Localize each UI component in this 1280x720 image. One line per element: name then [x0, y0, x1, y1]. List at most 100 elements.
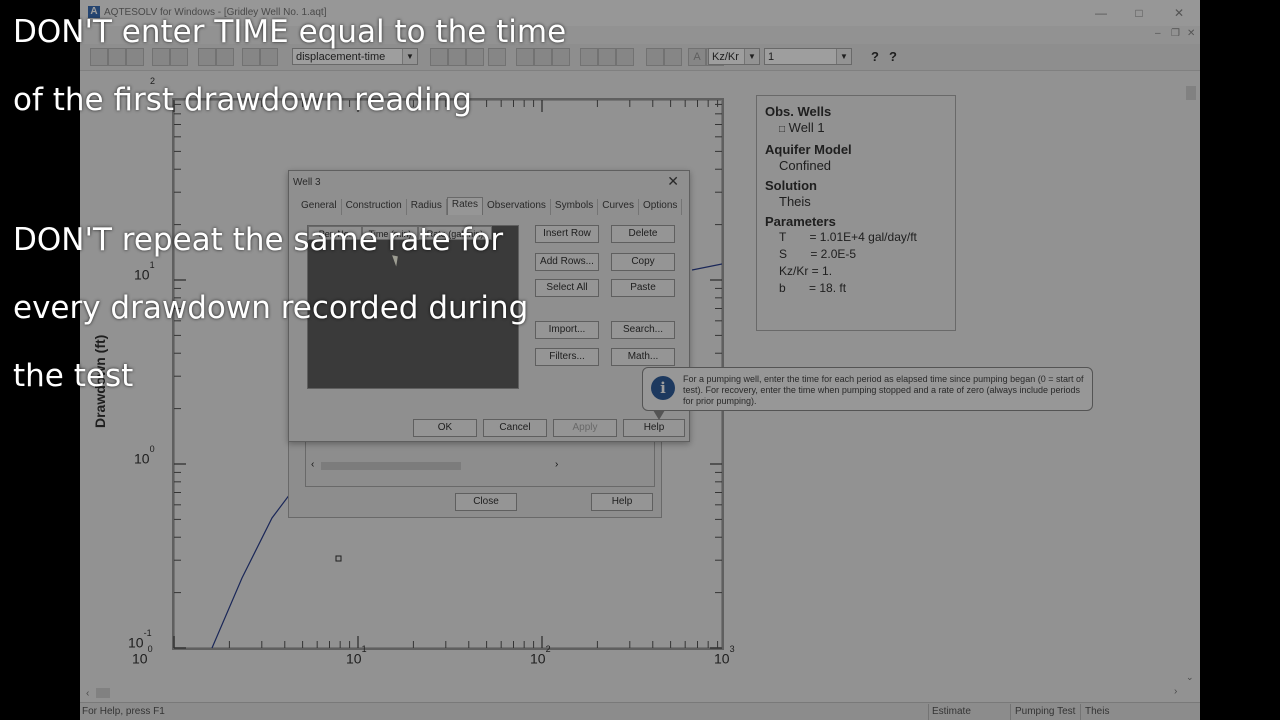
pointer-icon[interactable]	[646, 48, 664, 66]
scroll-left-icon[interactable]: ‹	[311, 459, 314, 470]
parameter-S: S = 2.0E-5	[779, 247, 857, 261]
dialog-title: Well 3	[293, 177, 321, 188]
new-file-icon[interactable]	[90, 48, 108, 66]
legend-icon[interactable]	[552, 48, 570, 66]
x-tick-label-1: 101	[346, 644, 367, 667]
tab-rates[interactable]: Rates	[446, 197, 483, 215]
linear-plot-icon[interactable]	[466, 48, 484, 66]
y-tick-label-0: 10-1	[128, 628, 152, 651]
help-button[interactable]: Help	[623, 419, 685, 437]
print-icon[interactable]	[152, 48, 170, 66]
apply-button[interactable]: Apply	[553, 419, 617, 437]
tooltip-tail	[653, 410, 665, 420]
log-log-icon[interactable]	[430, 48, 448, 66]
parameter-value: 1	[768, 51, 775, 63]
solution-header: Solution	[765, 178, 817, 193]
observation-point	[335, 555, 342, 562]
select-all-button[interactable]: Select All	[535, 279, 599, 297]
parameter-KzKr: Kz/Kr = 1.	[779, 264, 833, 278]
close-button[interactable]: ✕	[1162, 4, 1196, 22]
caption-line-4: every drawdown recorded during	[13, 290, 529, 326]
scroll-right-icon[interactable]: ›	[1174, 686, 1177, 697]
tab-observations[interactable]: Observations	[483, 199, 551, 215]
mdi-close-button[interactable]: ✕	[1187, 28, 1195, 39]
legend-item-well-1: □ Well 1	[779, 120, 825, 135]
derivative-icon[interactable]	[488, 48, 506, 66]
curve-segment-right	[692, 263, 722, 271]
filters-button[interactable]: Filters...	[535, 348, 599, 366]
data-table-icon[interactable]	[242, 48, 260, 66]
minimize-button[interactable]: —	[1084, 4, 1118, 22]
status-solution: Theis	[1085, 706, 1110, 717]
text-tool-button[interactable]: A	[688, 48, 706, 66]
parent-help-button[interactable]: Help	[591, 493, 653, 511]
square-marker-icon: □	[779, 124, 786, 135]
search-button[interactable]: Search...	[611, 321, 675, 339]
grid-icon[interactable]	[534, 48, 552, 66]
status-bar: For Help, press F1 Estimate Pumping Test…	[80, 702, 1200, 720]
maximize-button[interactable]: □	[1122, 4, 1156, 22]
info-icon: i	[651, 376, 675, 400]
horizontal-scroll-thumb[interactable]	[96, 688, 110, 698]
obs-wells-header: Obs. Wells	[765, 104, 832, 119]
chevron-down-icon: ▼	[836, 49, 851, 64]
tab-curves[interactable]: Curves	[598, 199, 639, 215]
well-data-icon[interactable]	[260, 48, 278, 66]
delete-button[interactable]: Delete	[611, 225, 675, 243]
parameters-header: Parameters	[765, 214, 836, 229]
math-button[interactable]: Math...	[611, 348, 675, 366]
scroll-thumb[interactable]	[321, 462, 461, 470]
caption-line-2: of the first drawdown reading	[13, 82, 472, 118]
parameter-b: b = 18. ft	[779, 281, 847, 295]
add-rows-button[interactable]: Add Rows...	[535, 253, 599, 271]
parameter-select-value: Kz/Kr	[712, 51, 739, 63]
y-tick-label-2: 101	[134, 260, 155, 283]
vertical-scroll-thumb[interactable]	[1186, 86, 1196, 100]
tab-symbols[interactable]: Symbols	[551, 199, 599, 215]
help-icon[interactable]: ?	[868, 48, 882, 65]
open-folder-icon[interactable]	[108, 48, 126, 66]
import-button[interactable]: Import...	[535, 321, 599, 339]
tab-general[interactable]: General	[297, 199, 342, 215]
insert-row-button[interactable]: Insert Row	[535, 225, 599, 243]
type-curve-icon[interactable]	[516, 48, 534, 66]
context-help-icon[interactable]: ?	[886, 48, 900, 65]
visual-match-icon[interactable]	[580, 48, 598, 66]
automatic-match-icon[interactable]	[616, 48, 634, 66]
solution-value: Theis	[779, 194, 811, 209]
aquifer-model-header: Aquifer Model	[765, 142, 852, 157]
select-icon[interactable]	[664, 48, 682, 66]
y-tick-label-1: 100	[134, 444, 155, 467]
horizontal-scrollbar[interactable]: ‹ ›	[307, 459, 558, 473]
status-mode: Estimate	[932, 706, 971, 717]
tab-radius[interactable]: Radius	[407, 199, 447, 215]
close-dialog-button[interactable]: Close	[455, 493, 517, 511]
undo-icon[interactable]	[198, 48, 216, 66]
save-icon[interactable]	[126, 48, 144, 66]
x-tick-label-2: 102	[530, 644, 551, 667]
mdi-restore-button[interactable]: ❐	[1171, 28, 1180, 39]
print-preview-icon[interactable]	[170, 48, 188, 66]
tab-options[interactable]: Options	[639, 199, 683, 215]
scroll-right-icon[interactable]: ›	[555, 459, 558, 470]
results-legend: Obs. Wells □ Well 1 Aquifer Model Confin…	[756, 95, 956, 331]
tab-construction[interactable]: Construction	[342, 199, 407, 215]
plot-type-select[interactable]: displacement-time ▼	[292, 48, 418, 65]
ok-button[interactable]: OK	[413, 419, 477, 437]
dialog-tabs: General Construction Radius Rates Observ…	[297, 197, 683, 215]
paste-button[interactable]: Paste	[611, 279, 675, 297]
copy-button[interactable]: Copy	[611, 253, 675, 271]
mdi-minimize-button[interactable]: –	[1155, 28, 1161, 39]
scroll-left-icon[interactable]: ‹	[86, 688, 89, 699]
parameter-value-select[interactable]: 1 ▼	[764, 48, 852, 65]
parameter-select[interactable]: Kz/Kr ▼	[708, 48, 760, 65]
redo-icon[interactable]	[216, 48, 234, 66]
cancel-button[interactable]: Cancel	[483, 419, 547, 437]
dialog-close-icon[interactable]: ✕	[667, 173, 679, 190]
scroll-down-icon[interactable]: ⌄	[1186, 672, 1194, 683]
status-test-type: Pumping Test	[1015, 706, 1076, 717]
caption-line-5: the test	[13, 358, 134, 394]
semi-log-icon[interactable]	[448, 48, 466, 66]
tooltip-text: For a pumping well, enter the time for e…	[683, 374, 1084, 406]
curve-match-icon[interactable]	[598, 48, 616, 66]
